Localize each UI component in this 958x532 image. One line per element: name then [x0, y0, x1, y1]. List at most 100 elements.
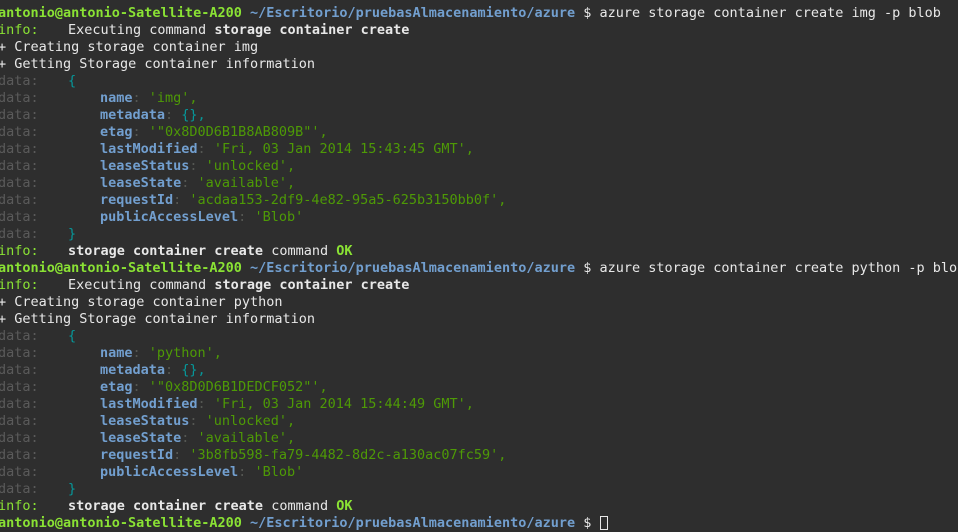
done-text: command	[263, 243, 337, 259]
creating-text: Creating storage container img	[14, 39, 259, 55]
prompt-path: ~/Escritorio/pruebasAlmacenamiento/azure	[249, 260, 576, 276]
command-text: azure storage container create img -p bl…	[599, 5, 941, 21]
data-tag: data:	[0, 158, 39, 174]
data-tag: data:	[0, 447, 39, 463]
data-field-line: data: etag: '"0x8D0D6B1DEDCF052"',	[0, 379, 958, 396]
field-key: leaseStatus	[100, 158, 190, 174]
prompt-line[interactable]: antonio@antonio-Satellite-A200 ~/Escrito…	[0, 515, 958, 532]
field-value: 'Fri, 03 Jan 2014 15:44:49 GMT',	[213, 396, 474, 412]
data-field-line: data: leaseState: 'available',	[0, 430, 958, 447]
data-field-line: data: lastModified: 'Fri, 03 Jan 2014 15:…	[0, 396, 958, 413]
field-value: '"0x8D0D6B1B8AB809B"',	[148, 124, 328, 140]
field-key: publicAccessLevel	[100, 464, 239, 480]
field-colon: :	[165, 362, 182, 378]
field-key: metadata	[100, 107, 166, 123]
done-command: storage container create	[68, 498, 264, 514]
data-tag: data:	[0, 124, 39, 140]
terminal-window[interactable]: antonio@antonio-Satellite-A200 ~/Escrito…	[0, 5, 958, 532]
field-value: 'available',	[197, 430, 296, 446]
field-value: 'available',	[197, 175, 296, 191]
command-text: azure storage container create python -p…	[599, 260, 958, 276]
field-value: 'acdaa153-2df9-4e82-95a5-625b3150bb0f',	[189, 192, 507, 208]
field-value: 'unlocked',	[205, 158, 296, 174]
ok-status: OK	[336, 243, 353, 259]
field-colon: :	[173, 192, 190, 208]
data-field-line: data: leaseState: 'available',	[0, 175, 958, 192]
field-colon: :	[132, 124, 149, 140]
prompt-user-host: antonio@antonio-Satellite-A200	[0, 260, 242, 276]
field-colon: :	[238, 209, 255, 225]
field-key: leaseStatus	[100, 413, 190, 429]
prompt-path: ~/Escritorio/pruebasAlmacenamiento/azure	[249, 5, 576, 21]
field-colon: :	[181, 430, 198, 446]
open-brace: {	[68, 73, 77, 89]
info-tag: info:	[0, 243, 39, 259]
data-tag: data:	[0, 430, 39, 446]
prompt-user-host: antonio@antonio-Satellite-A200	[0, 5, 242, 21]
field-value: 'Fri, 03 Jan 2014 15:43:45 GMT',	[213, 141, 474, 157]
data-tag: data:	[0, 73, 39, 89]
plus-marker: +	[0, 39, 7, 55]
prompt-line: antonio@antonio-Satellite-A200 ~/Escrito…	[0, 5, 958, 22]
info-line: info: storage container create command OK	[0, 498, 958, 515]
executing-prefix: Executing command	[68, 277, 215, 293]
prompt-line: antonio@antonio-Satellite-A200 ~/Escrito…	[0, 260, 958, 277]
field-key: metadata	[100, 362, 166, 378]
data-tag: data:	[0, 107, 39, 123]
getting-text: Getting Storage container information	[14, 56, 316, 72]
prompt-symbol: $	[583, 515, 592, 531]
data-field-line: data: requestId: 'acdaa153-2df9-4e82-95a5…	[0, 192, 958, 209]
data-line: data:}	[0, 226, 958, 243]
data-tag: data:	[0, 413, 39, 429]
info-line: info: Executing command storage container…	[0, 277, 958, 294]
data-field-line: data: metadata: {},	[0, 362, 958, 379]
data-tag: data:	[0, 396, 39, 412]
field-colon: :	[238, 464, 255, 480]
text-cursor[interactable]	[599, 516, 608, 530]
data-line: data: {	[0, 73, 958, 90]
data-field-line: data: requestId: '3b8fb598-fa79-4482-8d2c…	[0, 447, 958, 464]
data-field-line: data: metadata: {},	[0, 107, 958, 124]
progress-line: + Getting Storage container information	[0, 311, 958, 328]
field-colon: :	[173, 447, 190, 463]
prompt-symbol: $	[583, 5, 592, 21]
data-tag: data:	[0, 481, 39, 497]
data-tag: data:	[0, 90, 39, 106]
field-key: lastModified	[100, 396, 198, 412]
plus-marker: +	[0, 294, 7, 310]
data-line: data:}	[0, 481, 958, 498]
open-brace: {	[68, 328, 77, 344]
field-value: 'python',	[148, 345, 222, 361]
prompt-symbol: $	[583, 260, 592, 276]
field-value: '"0x8D0D6B1DEDCF052"',	[148, 379, 328, 395]
field-value: 'unlocked',	[205, 413, 296, 429]
data-tag: data:	[0, 464, 39, 480]
field-value: '3b8fb598-fa79-4482-8d2c-a130ac07fc59',	[189, 447, 507, 463]
field-value: 'img',	[148, 90, 198, 106]
field-colon: :	[132, 379, 149, 395]
plus-marker: +	[0, 56, 7, 72]
field-colon: :	[197, 141, 214, 157]
field-key: etag	[100, 124, 133, 140]
progress-line: + Creating storage container python	[0, 294, 958, 311]
data-tag: data:	[0, 192, 39, 208]
field-key: leaseState	[100, 430, 182, 446]
data-tag: data:	[0, 175, 39, 191]
info-tag: info:	[0, 277, 39, 293]
field-key: etag	[100, 379, 133, 395]
data-tag: data:	[0, 362, 39, 378]
close-brace: }	[68, 226, 77, 242]
field-value: {},	[181, 362, 206, 378]
field-key: requestId	[100, 447, 174, 463]
plus-marker: +	[0, 311, 7, 327]
data-tag: data:	[0, 209, 39, 225]
prompt-path: ~/Escritorio/pruebasAlmacenamiento/azure	[249, 515, 576, 531]
progress-line: + Getting Storage container information	[0, 56, 958, 73]
data-field-line: data: name: 'python',	[0, 345, 958, 362]
info-tag: info:	[0, 498, 39, 514]
field-colon: :	[189, 158, 206, 174]
done-text: command	[263, 498, 337, 514]
executing-command: storage container create	[214, 22, 410, 38]
field-key: name	[100, 90, 133, 106]
executing-prefix: Executing command	[68, 22, 215, 38]
